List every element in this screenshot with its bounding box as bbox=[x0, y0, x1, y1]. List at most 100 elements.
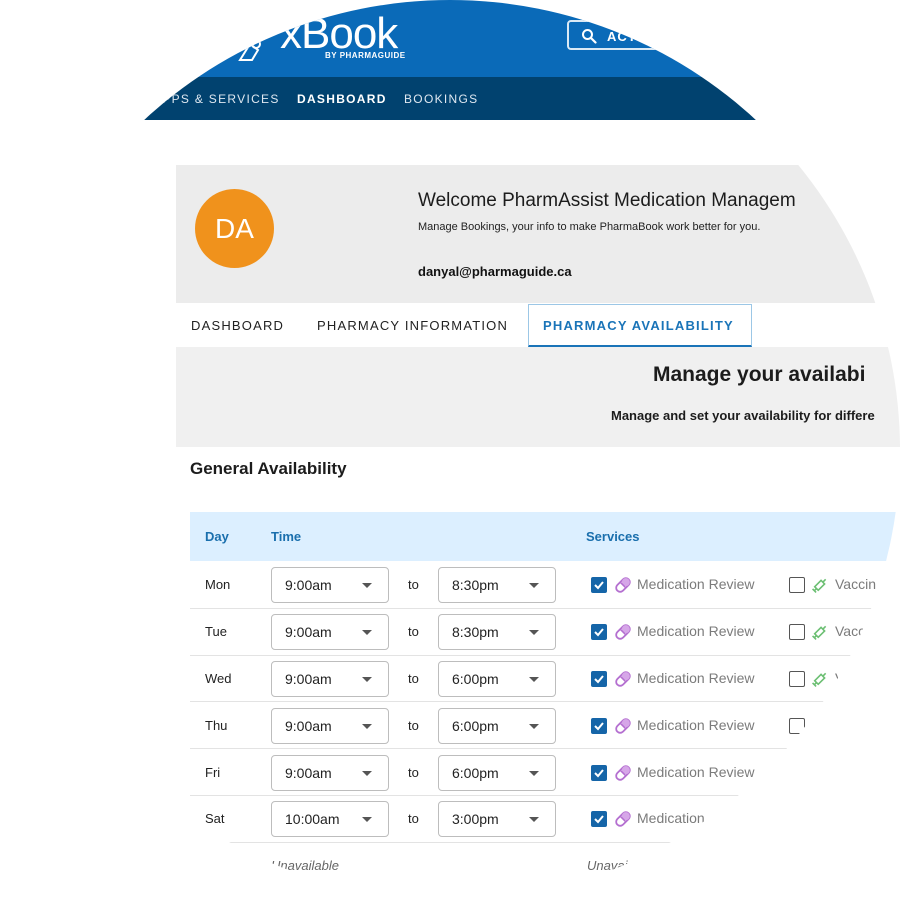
chevron-down-icon bbox=[362, 817, 372, 823]
end-time-select[interactable]: 6:00pm bbox=[438, 707, 556, 744]
end-time-value: 6:00pm bbox=[452, 764, 499, 781]
end-time-select[interactable]: 3:00pm bbox=[438, 801, 556, 838]
welcome-heading: Welcome PharmAssist Medication Managem bbox=[418, 190, 796, 211]
chevron-down-icon bbox=[529, 817, 539, 823]
app-window: xBook BY PHARMAGUIDE ACT APPS & SERVICES… bbox=[0, 0, 900, 900]
banner-subtitle: Manage and set your availability for dif… bbox=[611, 408, 875, 423]
chevron-down-icon bbox=[529, 677, 539, 682]
service-medication-review-label: Medication Review bbox=[637, 576, 755, 593]
start-time-value: 9:00am bbox=[285, 624, 332, 641]
service-vaccination-label: Vacc bbox=[835, 623, 866, 640]
search-button-label: ACT bbox=[607, 29, 637, 44]
row-divider bbox=[190, 654, 900, 656]
row-divider bbox=[190, 607, 900, 609]
nav-dashboard[interactable]: DASHBOARD bbox=[297, 92, 387, 106]
logo-mark-icon bbox=[238, 39, 261, 61]
profile-card bbox=[176, 165, 900, 303]
vaccination-checkbox[interactable] bbox=[789, 577, 805, 594]
to-label: to bbox=[408, 811, 419, 827]
start-time-select[interactable]: 10:00am bbox=[271, 801, 389, 838]
search-button[interactable]: ACT bbox=[567, 20, 677, 50]
avatar[interactable]: DA bbox=[195, 189, 274, 268]
row-divider bbox=[190, 701, 900, 703]
unavailable-time-label: Unavailable bbox=[271, 858, 339, 873]
check-icon bbox=[594, 815, 604, 824]
end-time-value: 8:30pm bbox=[452, 577, 499, 594]
to-label: to bbox=[408, 717, 419, 733]
service-medication-review-label: Medication Review bbox=[637, 670, 755, 686]
section-title: General Availability bbox=[190, 459, 347, 478]
start-time-select[interactable]: 9:00am bbox=[271, 661, 389, 697]
chevron-down-icon bbox=[529, 630, 539, 636]
start-time-select[interactable]: 9:00am bbox=[271, 707, 389, 744]
start-time-value: 9:00am bbox=[285, 764, 332, 781]
start-time-value: 9:00am bbox=[285, 577, 332, 594]
day-label: Fri bbox=[205, 764, 221, 780]
syringe-icon bbox=[812, 672, 827, 687]
top-header bbox=[0, 0, 900, 77]
to-label: to bbox=[408, 671, 419, 686]
nav-apps-services[interactable]: APPS & SERVICES bbox=[153, 92, 280, 106]
service-vaccination-label: Vaccin bbox=[835, 576, 876, 593]
pill-icon bbox=[615, 624, 631, 640]
medication-review-checkbox[interactable] bbox=[591, 624, 607, 641]
medication-review-checkbox[interactable] bbox=[591, 811, 607, 828]
vaccination-checkbox[interactable] bbox=[789, 671, 805, 687]
welcome-subtitle: Manage Bookings, your info to make Pharm… bbox=[418, 221, 761, 233]
nav-bookings[interactable]: BOOKINGS bbox=[404, 92, 478, 106]
unavailable-services-label: Unavai bbox=[587, 858, 628, 873]
search-icon bbox=[582, 29, 597, 44]
pill-icon bbox=[615, 811, 631, 828]
chevron-down-icon bbox=[529, 723, 539, 729]
vaccination-checkbox[interactable] bbox=[789, 717, 805, 734]
service-vaccination-label: V bbox=[835, 670, 845, 686]
tab-pharmacy-information[interactable]: PHARMACY INFORMATION bbox=[317, 318, 508, 333]
chevron-down-icon bbox=[362, 630, 372, 636]
end-time-select[interactable]: 8:30pm bbox=[438, 567, 556, 604]
medication-review-checkbox[interactable] bbox=[591, 671, 607, 687]
chevron-down-icon bbox=[362, 583, 372, 589]
chevron-down-icon bbox=[362, 770, 372, 776]
user-email: danyal@pharmaguide.ca bbox=[418, 264, 572, 279]
column-header-time: Time bbox=[271, 529, 302, 544]
end-time-select[interactable]: 8:30pm bbox=[438, 614, 556, 651]
day-label: Wed bbox=[205, 671, 232, 686]
chevron-down-icon bbox=[362, 723, 372, 729]
end-time-value: 3:00pm bbox=[452, 811, 499, 828]
chevron-down-icon bbox=[362, 677, 372, 682]
to-label: to bbox=[408, 764, 419, 780]
start-time-select[interactable]: 9:00am bbox=[271, 567, 389, 604]
pill-icon bbox=[615, 718, 631, 734]
medication-review-checkbox[interactable] bbox=[591, 717, 607, 734]
medication-review-checkbox[interactable] bbox=[591, 577, 607, 594]
logo-subtitle: BY PHARMAGUIDE bbox=[325, 51, 406, 60]
end-time-value: 6:00pm bbox=[452, 717, 499, 734]
vaccination-checkbox[interactable] bbox=[789, 624, 805, 641]
check-icon bbox=[594, 768, 604, 778]
service-medication-review-label: Medication bbox=[637, 810, 705, 827]
end-time-select[interactable]: 6:00pm bbox=[438, 754, 556, 791]
check-icon bbox=[594, 581, 604, 590]
row-divider bbox=[190, 748, 900, 750]
day-label: Sat bbox=[205, 811, 225, 827]
end-time-value: 6:00pm bbox=[452, 671, 499, 687]
tab-pharmacy-availability[interactable]: PHARMACY AVAILABILITY bbox=[543, 318, 734, 333]
start-time-select[interactable]: 9:00am bbox=[271, 614, 389, 651]
service-medication-review-label: Medication Review bbox=[637, 763, 755, 780]
tab-dashboard[interactable]: DASHBOARD bbox=[191, 318, 284, 333]
syringe-icon bbox=[812, 625, 827, 641]
syringe-icon bbox=[812, 579, 827, 594]
check-icon bbox=[594, 722, 604, 731]
start-time-value: 9:00am bbox=[285, 671, 332, 687]
day-label: Mon bbox=[205, 577, 231, 593]
start-time-select[interactable]: 9:00am bbox=[271, 754, 389, 791]
medication-review-checkbox[interactable] bbox=[591, 764, 607, 781]
service-medication-review-label: Medication Review bbox=[637, 623, 755, 640]
end-time-select[interactable]: 6:00pm bbox=[438, 661, 556, 697]
chevron-down-icon bbox=[529, 583, 539, 589]
row-divider bbox=[190, 841, 900, 843]
end-time-value: 8:30pm bbox=[452, 624, 499, 641]
to-label: to bbox=[408, 624, 419, 640]
pill-icon bbox=[615, 671, 631, 687]
service-medication-review-label: Medication Review bbox=[637, 716, 755, 733]
